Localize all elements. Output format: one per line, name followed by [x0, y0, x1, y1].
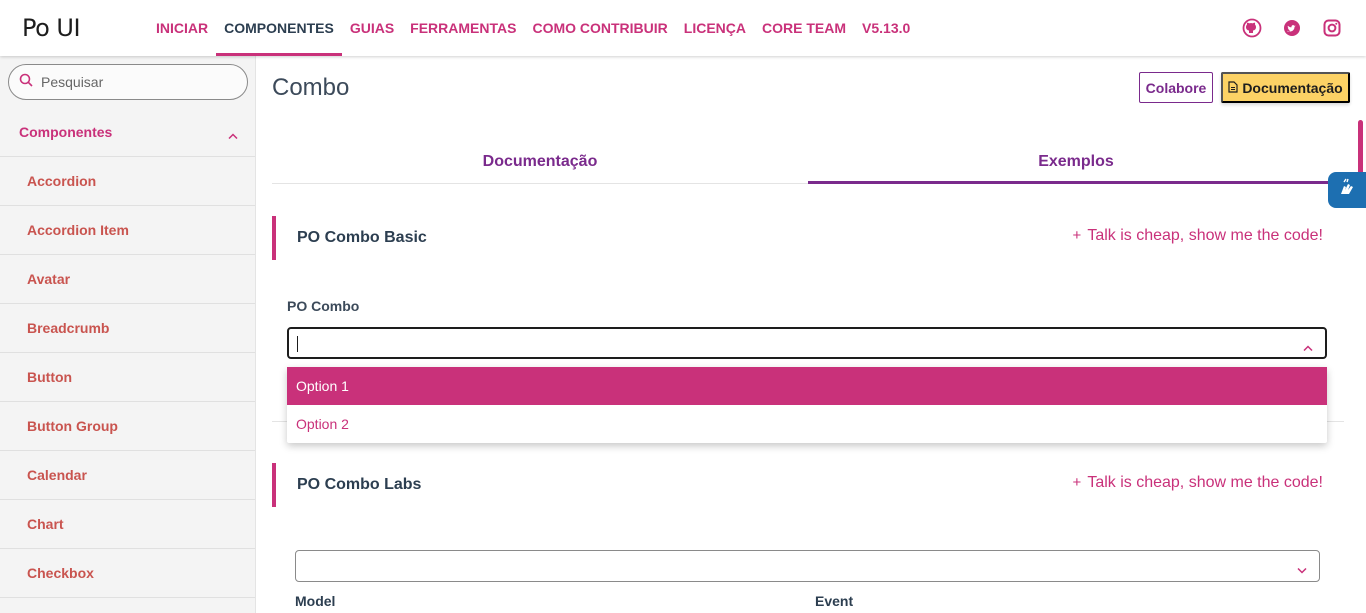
twitter-icon[interactable] — [1282, 18, 1302, 38]
accessibility-sign-language-button[interactable] — [1328, 172, 1366, 208]
sidebar-item-button-group[interactable]: Button Group — [0, 402, 255, 451]
nav-item-licenca[interactable]: LICENÇA — [676, 0, 754, 56]
section-combo-basic: PO Combo Basic + Talk is cheap, show me t… — [272, 216, 1344, 260]
sidebar-item-accordion-item[interactable]: Accordion Item — [0, 206, 255, 255]
chevron-up-icon — [228, 126, 238, 142]
section-combo-labs: PO Combo Labs + Talk is cheap, show me th… — [272, 463, 1344, 507]
show-code-link[interactable]: + Talk is cheap, show me the code! — [1073, 474, 1323, 492]
github-icon[interactable] — [1242, 18, 1262, 38]
tab-exemplos[interactable]: Exemplos — [808, 140, 1344, 184]
show-code-label: Talk is cheap, show me the code! — [1087, 227, 1323, 244]
sidebar-item-accordion[interactable]: Accordion — [0, 157, 255, 206]
instagram-icon[interactable] — [1322, 18, 1342, 38]
sidebar-item-breadcrumb[interactable]: Breadcrumb — [0, 304, 255, 353]
social-links — [1242, 18, 1342, 38]
top-navbar: Po UI INICIAR COMPONENTES GUIAS FERRAMEN… — [0, 0, 1366, 56]
page-title: Combo — [272, 74, 350, 101]
section-title: PO Combo Labs — [297, 476, 422, 493]
sidebar-item-checkbox[interactable]: Checkbox — [0, 549, 255, 598]
section-title: PO Combo Basic — [297, 229, 427, 246]
text-cursor — [297, 336, 298, 352]
combo-option[interactable]: Option 2 — [287, 405, 1327, 443]
nav-item-iniciar[interactable]: INICIAR — [148, 0, 216, 56]
show-code-link[interactable]: + Talk is cheap, show me the code! — [1073, 227, 1323, 245]
combo-input[interactable] — [287, 327, 1327, 359]
menu-group-header[interactable]: Componentes — [0, 108, 255, 157]
nav-item-como-contribuir[interactable]: COMO CONTRIBUIR — [524, 0, 675, 56]
combo-field-label: PO Combo — [287, 298, 360, 314]
po-ui-logo[interactable]: Po UI — [22, 14, 81, 42]
section-accent-bar — [272, 463, 276, 507]
nav-item-version[interactable]: V5.13.0 — [854, 0, 918, 56]
nav-item-guias[interactable]: GUIAS — [342, 0, 402, 56]
sidebar: Componentes Accordion Accordion Item Ava… — [0, 56, 256, 613]
nav-item-core-team[interactable]: CORE TEAM — [754, 0, 854, 56]
sidebar-item-calendar[interactable]: Calendar — [0, 451, 255, 500]
show-code-label: Talk is cheap, show me the code! — [1087, 474, 1323, 491]
sidebar-item-avatar[interactable]: Avatar — [0, 255, 255, 304]
section-accent-bar — [272, 216, 276, 260]
documentation-button[interactable]: Documentação — [1221, 72, 1350, 103]
tab-documentacao[interactable]: Documentação — [272, 140, 808, 183]
colabore-button[interactable]: Colabore — [1139, 72, 1213, 103]
plus-icon: + — [1072, 474, 1082, 491]
model-label: Model — [295, 593, 336, 609]
search-icon — [19, 73, 33, 92]
combo-dropdown-list: Option 1 Option 2 — [287, 367, 1327, 443]
menu-group-componentes: Componentes Accordion Accordion Item Ava… — [0, 108, 255, 598]
main-nav: INICIAR COMPONENTES GUIAS FERRAMENTAS CO… — [148, 0, 918, 56]
search-box[interactable] — [8, 64, 248, 100]
nav-item-componentes[interactable]: COMPONENTES — [216, 0, 342, 56]
event-label: Event — [815, 593, 854, 609]
combo-option[interactable]: Option 1 — [287, 367, 1327, 405]
menu-group-label: Componentes — [19, 124, 113, 140]
chevron-down-icon — [1297, 561, 1307, 579]
documentation-button-label: Documentação — [1242, 79, 1343, 96]
sidebar-item-chart[interactable]: Chart — [0, 500, 255, 549]
document-icon — [1228, 80, 1238, 96]
nav-item-ferramentas[interactable]: FERRAMENTAS — [402, 0, 524, 56]
sign-language-hands-icon — [1335, 176, 1359, 205]
sidebar-item-button[interactable]: Button — [0, 353, 255, 402]
tab-bar: Documentação Exemplos — [272, 140, 1344, 184]
search-input[interactable] — [41, 74, 231, 90]
labs-select[interactable] — [295, 550, 1320, 582]
plus-icon: + — [1072, 227, 1082, 244]
main-content: Combo Colabore Documentação Documentação… — [256, 56, 1366, 613]
chevron-up-icon[interactable] — [1303, 338, 1313, 356]
